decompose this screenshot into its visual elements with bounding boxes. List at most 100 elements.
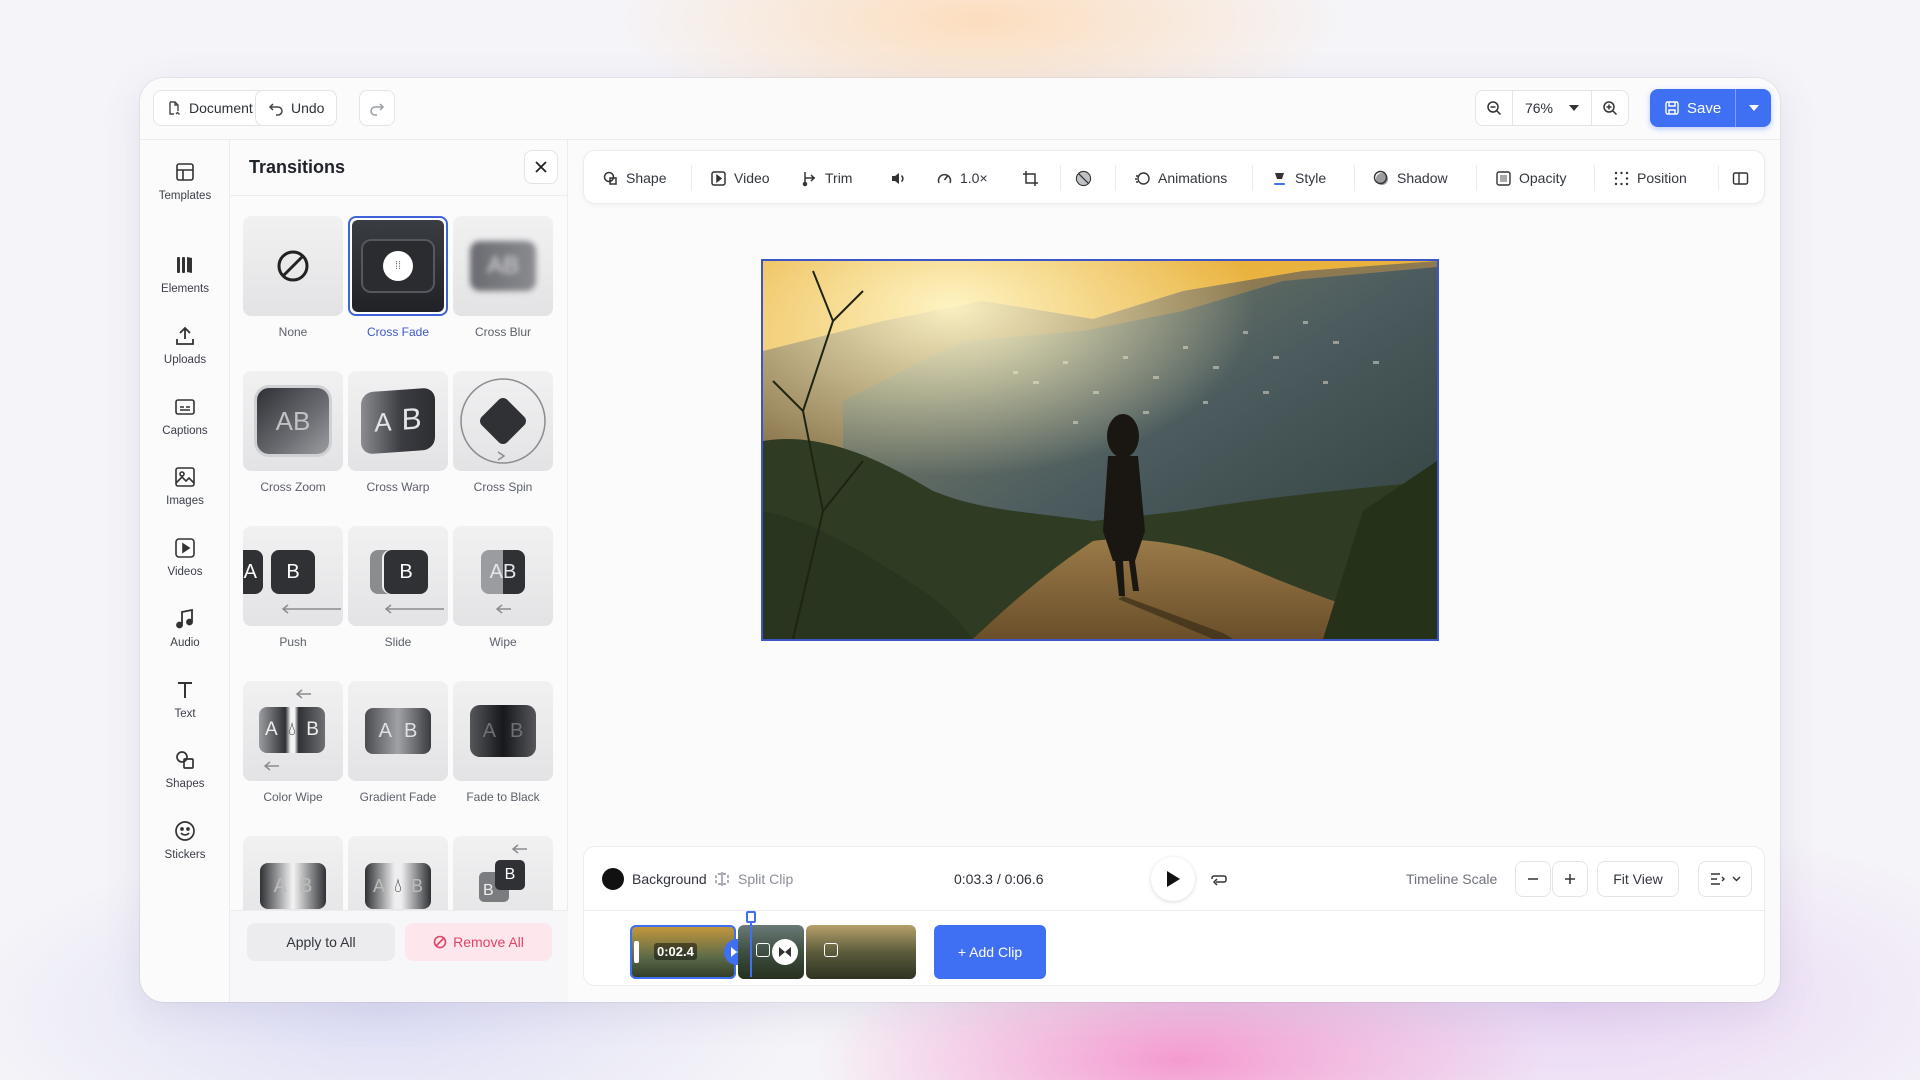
speed-button[interactable]: 1.0×: [936, 151, 988, 205]
separator: [1115, 165, 1116, 191]
add-clip-button[interactable]: + Add Clip: [934, 925, 1046, 979]
transition-wipe[interactable]: AB Wipe: [453, 526, 553, 649]
spin-graphic: [460, 378, 546, 464]
scale-increase-button[interactable]: [1552, 861, 1588, 897]
save-options-button[interactable]: [1735, 89, 1771, 127]
loop-button[interactable]: [1210, 847, 1228, 911]
undo-button[interactable]: Undo: [255, 90, 338, 126]
transition-gradient-fade[interactable]: A B Gradient Fade: [348, 681, 448, 804]
apply-to-all-button[interactable]: Apply to All: [247, 923, 395, 961]
position-button[interactable]: Position: [1613, 151, 1687, 205]
rail-label: Stickers: [164, 849, 206, 861]
timeline-panel: Background Split Clip 0:03.3 / 0:06.6 Ti…: [583, 846, 1766, 986]
opacity-icon: [1496, 170, 1511, 186]
shape-label: Shape: [626, 170, 667, 186]
shadow-button[interactable]: Shadow: [1373, 151, 1448, 205]
rail-item-captions[interactable]: Captions: [140, 395, 230, 455]
shapes-icon: [176, 751, 194, 769]
zoom-select[interactable]: 76%: [1512, 91, 1592, 125]
save-button[interactable]: Save: [1650, 89, 1735, 127]
animations-label: Animations: [1158, 170, 1228, 186]
transition-cross-fade[interactable]: ⁞⁞ Cross Fade: [348, 216, 448, 339]
undo-icon: [268, 103, 283, 116]
timeline-options-button[interactable]: [1698, 861, 1752, 897]
redo-icon: [370, 103, 385, 116]
rail-item-audio[interactable]: Audio: [140, 607, 230, 667]
shine-ab-graphic: A B: [260, 863, 326, 909]
separator: [691, 165, 692, 191]
video-button[interactable]: Video: [710, 151, 770, 205]
time-display: 0:03.3 / 0:06.6: [954, 871, 1044, 887]
zoom-in-icon: [1603, 101, 1618, 116]
shape-icon: [603, 171, 617, 185]
text-icon: [178, 682, 192, 698]
transition-color-wipe[interactable]: A 💧︎ B Color Wipe: [243, 681, 343, 804]
rail-item-templates[interactable]: Templates: [140, 160, 230, 220]
blurred-ab-graphic: AB: [470, 241, 536, 291]
tool-rail: Templates Elements Uploads Captions Imag…: [140, 140, 230, 1002]
transition-cross-blur[interactable]: AB Cross Blur: [453, 216, 553, 339]
speed-label: 1.0×: [960, 170, 988, 186]
crop-button[interactable]: [1022, 151, 1039, 205]
rail-item-stickers[interactable]: Stickers: [140, 819, 230, 879]
transition-slide[interactable]: B Slide: [348, 526, 448, 649]
close-panel-button[interactable]: [524, 150, 558, 184]
document-button[interactable]: Document: [153, 90, 266, 126]
transition-label: Cross Fade: [366, 325, 430, 339]
redo-button[interactable]: [359, 90, 395, 126]
shadow-icon: [1373, 170, 1388, 185]
timeline-clip[interactable]: [806, 925, 916, 979]
volume-button[interactable]: [890, 151, 907, 205]
rail-label: Videos: [167, 566, 203, 578]
style-button[interactable]: Style: [1271, 151, 1326, 205]
rail-item-text[interactable]: Text: [140, 678, 230, 738]
scale-decrease-button[interactable]: [1515, 861, 1551, 897]
video-canvas[interactable]: [761, 259, 1439, 641]
upload-icon: [176, 326, 194, 345]
rail-item-shapes[interactable]: Shapes: [140, 748, 230, 808]
panel-toggle-button[interactable]: [1732, 151, 1749, 205]
split-clip-button[interactable]: Split Clip: [714, 847, 793, 911]
transition-push[interactable]: A B Push: [243, 526, 343, 649]
trim-button[interactable]: Trim: [801, 151, 852, 205]
trim-handle[interactable]: [634, 941, 639, 963]
color-button[interactable]: [1075, 151, 1092, 205]
transition-label: Push: [279, 635, 307, 649]
background-button[interactable]: Background: [602, 847, 707, 911]
video-icon: [711, 170, 726, 186]
animation-icon: [1135, 171, 1150, 185]
zoom-control: 76%: [1475, 90, 1629, 126]
crop-icon: [1023, 170, 1038, 186]
zoom-out-button[interactable]: [1476, 91, 1512, 125]
rail-label: Audio: [170, 637, 200, 649]
separator: [1718, 165, 1719, 191]
arrow-left-icon: [281, 604, 341, 614]
rail-item-videos[interactable]: Videos: [140, 536, 230, 596]
play-button[interactable]: [1151, 857, 1195, 901]
animations-button[interactable]: Animations: [1134, 151, 1227, 205]
chevron-down-icon: [1748, 105, 1759, 111]
rail-item-uploads[interactable]: Uploads: [140, 324, 230, 384]
remove-all-button[interactable]: Remove All: [405, 923, 552, 961]
rail-label: Text: [174, 708, 196, 720]
shape-button[interactable]: Shape: [602, 151, 666, 205]
zoom-ab-graphic: AB: [257, 388, 329, 454]
timeline-controls: Background Split Clip 0:03.3 / 0:06.6 Ti…: [584, 847, 1766, 911]
transition-cross-warp[interactable]: A B Cross Warp: [348, 371, 448, 494]
opacity-button[interactable]: Opacity: [1495, 151, 1566, 205]
rail-item-images[interactable]: Images: [140, 465, 230, 525]
top-bar: Document Undo 76% Save: [140, 78, 1780, 140]
transition-cross-zoom[interactable]: AB Cross Zoom: [243, 371, 343, 494]
brush-icon: [1274, 172, 1285, 185]
transition-none[interactable]: None: [243, 216, 343, 339]
rail-item-elements[interactable]: Elements: [140, 253, 230, 313]
clip-type-icon: [756, 943, 770, 957]
transition-fade-to-black[interactable]: A B Fade to Black: [453, 681, 553, 804]
transition-marker[interactable]: [772, 939, 798, 965]
fit-view-button[interactable]: Fit View: [1597, 861, 1679, 897]
timeline-clip-selected[interactable]: 0:02.4: [630, 925, 736, 979]
playhead[interactable]: [746, 911, 756, 977]
zoom-in-button[interactable]: [1592, 91, 1628, 125]
rail-label: Images: [166, 495, 204, 507]
transition-cross-spin[interactable]: Cross Spin: [453, 371, 553, 494]
